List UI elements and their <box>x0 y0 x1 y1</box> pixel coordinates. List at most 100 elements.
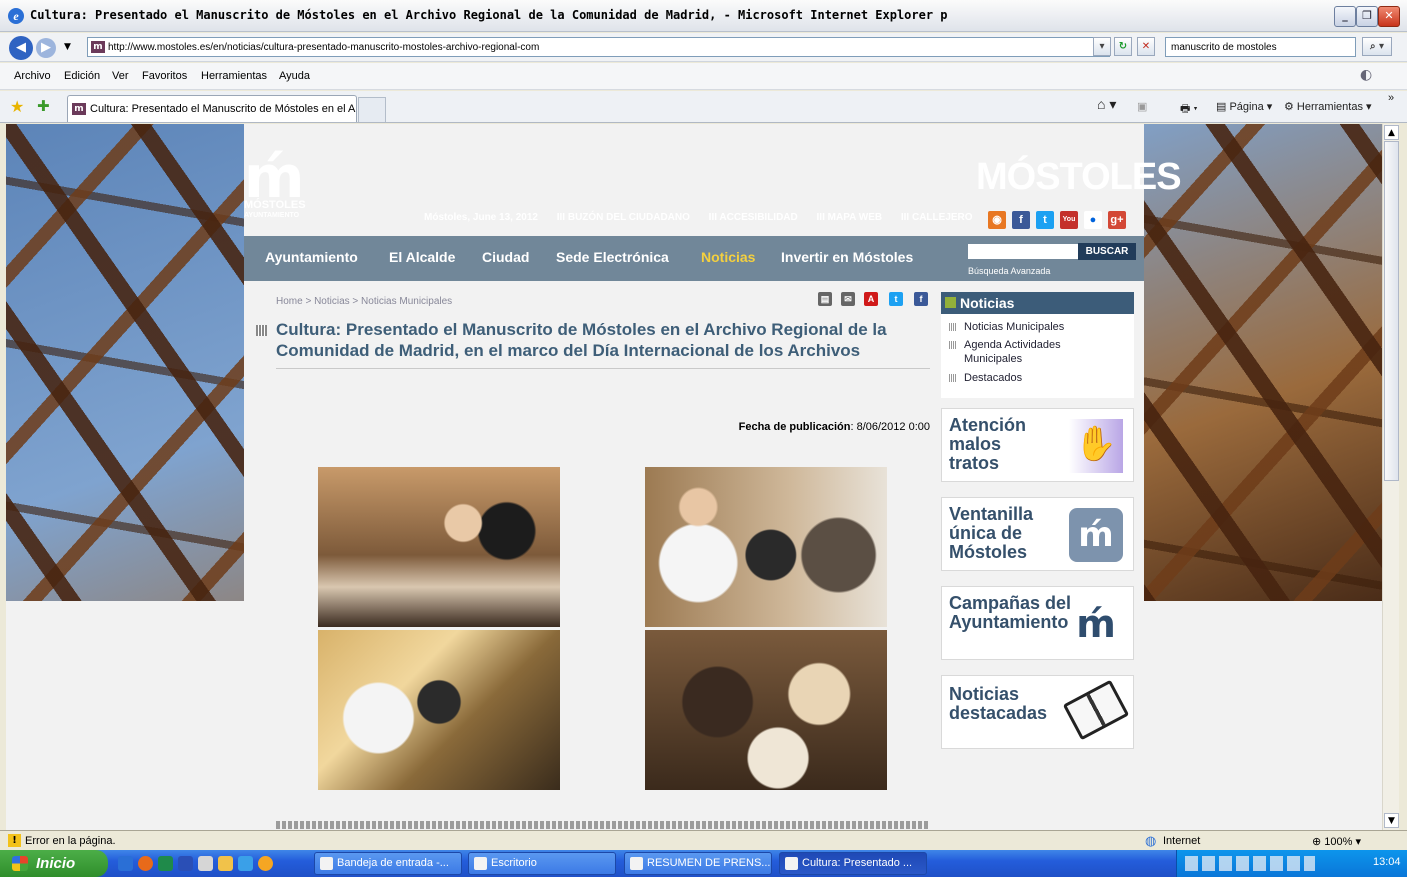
twitter-share-icon[interactable]: t <box>889 292 903 306</box>
quicklaunch-folder-icon[interactable] <box>218 856 233 871</box>
zoom-value: 100% <box>1324 836 1353 848</box>
warning-icon[interactable]: ! <box>8 834 21 847</box>
chevron-more-icon[interactable]: » <box>1388 92 1394 104</box>
photo-visitors-showcase[interactable] <box>318 467 560 627</box>
quicklaunch-word-icon[interactable] <box>178 856 193 871</box>
banner-campanas[interactable]: Campañas del Ayuntamiento ḿ <box>941 586 1134 660</box>
minimize-button[interactable]: _ <box>1334 6 1356 27</box>
twitter-icon[interactable]: t <box>1036 211 1054 229</box>
sidebar-item-noticias-municipales[interactable]: Noticias Municipales <box>948 320 1064 334</box>
quicklaunch-firefox-icon[interactable] <box>138 856 153 871</box>
menu-favoritos[interactable]: Favoritos <box>142 70 187 82</box>
zoom-level[interactable]: ⊕ 100% ▾ <box>1312 835 1361 848</box>
quicklaunch-excel-icon[interactable] <box>158 856 173 871</box>
window-title-bar[interactable]: e Cultura: Presentado el Manuscrito de M… <box>0 0 1407 32</box>
nav-noticias[interactable]: Noticias <box>701 249 755 265</box>
system-tray: 13:04 <box>1176 850 1407 877</box>
facebook-icon[interactable]: f <box>1012 211 1030 229</box>
menu-herramientas[interactable]: Herramientas <box>201 70 267 82</box>
link-mapa-web[interactable]: III MAPA WEB <box>817 212 883 223</box>
info-bar: Móstoles, June 13, 2012 III BUZÓN DEL CI… <box>424 212 989 234</box>
scroll-up-button[interactable]: ▲ <box>1384 125 1399 140</box>
advanced-search-link[interactable]: Búsqueda Avanzada <box>968 266 1050 276</box>
banner-campanas-text: Campañas del Ayuntamiento <box>949 593 1072 632</box>
banner-ventanilla[interactable]: Ventanilla única de Móstoles ḿ <box>941 497 1134 571</box>
quicklaunch-ie-icon[interactable] <box>118 856 133 871</box>
mostoles-logo[interactable]: ḿ MÓSTOLES AYUNTAMIENTO <box>244 134 312 229</box>
site-search-button[interactable]: BUSCAR <box>1078 243 1136 260</box>
clock[interactable]: 13:04 <box>1373 856 1401 868</box>
task-escritorio[interactable]: Escritorio <box>468 852 616 875</box>
quicklaunch-mail-icon[interactable] <box>258 856 273 871</box>
menu-ayuda[interactable]: Ayuda <box>279 70 310 82</box>
add-favorites-icon[interactable]: ✚ <box>37 97 50 115</box>
nav-ciudad[interactable]: Ciudad <box>482 249 529 265</box>
flickr-icon[interactable]: ● <box>1084 211 1102 229</box>
mostoles-logo-icon: ḿ <box>1076 602 1116 646</box>
rss-icon[interactable]: ◉ <box>988 211 1006 229</box>
search-button[interactable]: ⌕ ▾ <box>1362 37 1392 56</box>
link-callejero[interactable]: III CALLEJERO <box>901 212 973 223</box>
tools-menu-label: Herramientas <box>1296 101 1363 113</box>
tray-icons[interactable] <box>1185 856 1315 871</box>
site-search-input[interactable] <box>968 244 1078 259</box>
url-field[interactable]: m http://www.mostoles.es/en/noticias/cul… <box>87 37 1110 57</box>
banner-malos-tratos[interactable]: Atención malos tratos ✋ <box>941 408 1134 482</box>
breadcrumb[interactable]: Home > Noticias > Noticias Municipales <box>276 296 452 307</box>
tools-menu[interactable]: ⚙ Herramientas ▾ <box>1284 100 1372 113</box>
sidebar-item-destacados[interactable]: Destacados <box>948 371 1022 385</box>
task-desktop-icon <box>474 857 487 870</box>
quicklaunch-app-icon[interactable] <box>238 856 253 871</box>
refresh-button[interactable]: ↻ <box>1114 37 1132 56</box>
new-tab-button[interactable] <box>358 97 386 122</box>
pdf-share-icon[interactable]: A <box>864 292 878 306</box>
nav-alcalde[interactable]: El Alcalde <box>389 249 455 265</box>
start-button[interactable]: Inicio <box>0 850 108 877</box>
vertical-scrollbar[interactable]: ▲ ▼ <box>1382 124 1399 830</box>
banner-noticias-destacadas[interactable]: Noticias destacadas <box>941 675 1134 749</box>
stop-button[interactable]: ✕ <box>1137 37 1155 56</box>
menu-edicion[interactable]: Edición <box>64 70 100 82</box>
print-icon[interactable]: 🖶 ▾ <box>1180 100 1198 119</box>
forward-button[interactable]: ▶ <box>36 38 56 58</box>
photo-manuscript-reading[interactable] <box>645 630 887 790</box>
close-button[interactable]: ✕ <box>1378 6 1400 27</box>
scroll-down-button[interactable]: ▼ <box>1384 813 1399 828</box>
google-plus-icon[interactable]: g+ <box>1108 211 1126 229</box>
menu-archivo[interactable]: Archivo <box>14 70 51 82</box>
photo-group-conversation[interactable] <box>645 467 887 627</box>
quicklaunch-calendar-icon[interactable] <box>198 856 213 871</box>
home-icon[interactable]: ⌂ ▾ <box>1097 96 1116 113</box>
search-field[interactable]: manuscrito de mostoles <box>1165 37 1356 57</box>
facebook-share-icon[interactable]: f <box>914 292 928 306</box>
task-cultura[interactable]: Cultura: Presentado ... <box>779 852 927 875</box>
status-bar: ! Error en la página. ◍ Internet ⊕ 100% … <box>0 830 1407 850</box>
sidebar-item-agenda[interactable]: Agenda Actividades Municipales <box>949 338 1114 366</box>
youtube-icon[interactable]: You <box>1060 211 1078 229</box>
email-share-icon[interactable]: ✉ <box>841 292 855 306</box>
page-menu[interactable]: ▤ Página ▾ <box>1216 100 1272 113</box>
favorites-star-icon[interactable]: ★ <box>10 97 24 116</box>
task-resumen[interactable]: RESUMEN DE PRENS... <box>624 852 772 875</box>
restore-button[interactable]: ❐ <box>1356 6 1378 27</box>
menu-ver[interactable]: Ver <box>112 70 129 82</box>
scroll-thumb[interactable] <box>1384 141 1399 481</box>
pub-label: Fecha de publicación <box>738 421 851 433</box>
link-buzon[interactable]: III BUZÓN DEL CIUDADANO <box>557 212 690 223</box>
tab-current[interactable]: m Cultura: Presentado el Manuscrito de M… <box>67 95 357 122</box>
photo-display-case[interactable] <box>318 630 560 790</box>
back-button[interactable]: ◀ <box>9 36 33 60</box>
feeds-icon[interactable]: ▣ <box>1137 100 1147 113</box>
task-bandeja[interactable]: Bandeja de entrada -... <box>314 852 462 875</box>
history-dropdown-icon[interactable]: ▼ <box>64 42 71 52</box>
nav-ayuntamiento[interactable]: Ayuntamiento <box>265 249 358 265</box>
link-accesibilidad[interactable]: III ACCESIBILIDAD <box>709 212 798 223</box>
status-message[interactable]: Error en la página. <box>25 835 116 847</box>
print-share-icon[interactable]: ▤ <box>818 292 832 306</box>
nav-sede[interactable]: Sede Electrónica <box>556 249 669 265</box>
tab-label: Cultura: Presentado el Manuscrito de Mós… <box>90 103 357 115</box>
content-column: ḿ MÓSTOLES AYUNTAMIENTO MÓSTOLES Móstole… <box>244 124 1182 830</box>
url-dropdown-button[interactable]: ▾ <box>1093 37 1111 56</box>
nav-invertir[interactable]: Invertir en Móstoles <box>781 249 913 265</box>
brand-title: MÓSTOLES <box>976 156 1182 198</box>
